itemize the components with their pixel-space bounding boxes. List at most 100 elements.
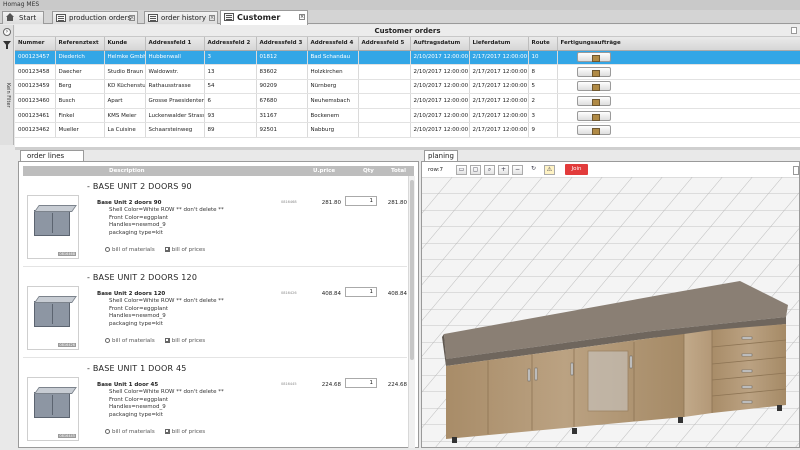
tab-order-history[interactable]: order history × — [144, 11, 218, 24]
attribute-line: Front Color=eggplant — [109, 214, 169, 221]
production-orders-button[interactable] — [576, 81, 611, 92]
table-cell: 2/10/2017 12:00:00 AM — [410, 64, 470, 80]
table-cell — [557, 79, 800, 95]
grid-icon — [164, 429, 170, 434]
link-label: bill of materials — [112, 429, 155, 435]
item-name: Base Unit 1 door 45 — [97, 382, 159, 388]
table-cell: 000123461 — [15, 108, 56, 124]
close-icon[interactable]: × — [299, 14, 305, 20]
panel-options-button[interactable] — [791, 27, 797, 34]
attribute-line: Handles=newmod_9 — [109, 404, 166, 411]
table-header-row: Nummer Referenztext Kunde Addressfeld 1 Addr… — [15, 37, 800, 51]
column-header[interactable]: Addressfeld 2 — [204, 37, 257, 51]
production-orders-button[interactable] — [576, 52, 611, 63]
tab-production-orders[interactable]: production orders × — [52, 11, 138, 24]
bill-of-prices-link[interactable]: bill of prices — [164, 247, 205, 253]
bill-of-prices-link[interactable]: bill of prices — [164, 429, 205, 435]
production-orders-button[interactable] — [576, 66, 611, 77]
filter-icon[interactable] — [3, 41, 11, 49]
image-code: 0816468 — [58, 252, 76, 256]
zoom-in-icon[interactable]: + — [498, 165, 509, 175]
window-title: Homag MES — [0, 0, 800, 10]
column-header[interactable]: Addressfeld 5 — [358, 37, 411, 51]
table-cell: KMS Meier — [104, 108, 146, 124]
order-lines-scrollbar[interactable] — [408, 176, 415, 448]
column-header[interactable]: Nummer — [15, 37, 56, 51]
table-row[interactable]: 000123460BuschApartGrosse Praesidenten S… — [15, 93, 800, 109]
column-header[interactable]: Fertigungsaufträge — [557, 37, 800, 51]
list-item[interactable]: - BASE UNIT 1 DOOR 45 0816445 Base Unit 1 … — [23, 358, 407, 448]
table-row[interactable]: 000123461 Finkel KMS Meier Luckenwalder Str… — [15, 108, 800, 124]
item-thumbnail[interactable]: 0816468 — [27, 195, 79, 259]
list-icon — [56, 14, 66, 22]
cabinet-image — [34, 301, 70, 327]
image-code: 0816445 — [58, 434, 76, 438]
column-header[interactable]: Referenztext — [55, 37, 105, 51]
column-header[interactable]: Lieferdatum — [469, 37, 529, 51]
bill-of-prices-link[interactable]: bill of prices — [164, 338, 205, 344]
header-description: Description — [109, 168, 145, 174]
item-thumbnail[interactable]: 0816445 — [27, 377, 79, 441]
table-cell: Rathausstrasse — [145, 79, 205, 95]
item-group-title[interactable]: - BASE UNIT 2 DOORS 120 — [87, 273, 197, 282]
table-cell: Bad Schandau — [307, 50, 359, 66]
grid-icon — [164, 247, 170, 252]
bill-of-materials-link[interactable]: bill of materials — [105, 247, 155, 253]
tab-start[interactable]: Start — [2, 11, 44, 24]
kitchen-3d-view[interactable] — [422, 177, 799, 448]
production-orders-button[interactable] — [576, 125, 611, 136]
table-cell: 9 — [528, 122, 558, 139]
warning-icon[interactable]: ⚠ — [544, 165, 555, 175]
expand-button[interactable]: › — [3, 28, 11, 36]
tab-label: production orders — [69, 14, 132, 22]
table-cell: Grosse Praesidenten Str. — [145, 93, 205, 109]
monitor-icon[interactable]: ▢ — [470, 165, 481, 175]
list-item[interactable]: - BASE UNIT 2 DOORS 90 0816468 Base Unit 2… — [23, 176, 407, 267]
item-thumbnail[interactable]: 0816426 — [27, 286, 79, 350]
tab-planing[interactable]: planing — [424, 150, 458, 161]
item-group-title[interactable]: - BASE UNIT 1 DOOR 45 — [87, 364, 187, 373]
production-orders-button[interactable] — [576, 96, 611, 107]
column-header[interactable]: Addressfeld 4 — [307, 37, 359, 51]
table-cell: 13 — [204, 64, 257, 80]
tab-label: order history — [161, 14, 206, 22]
row-indicator: row:7 — [428, 167, 444, 173]
customer-orders-panel: Customer orders Nummer Referenztext Kunde A… — [15, 25, 800, 147]
bill-of-materials-link[interactable]: bill of materials — [105, 338, 155, 344]
item-code: 0816468 — [281, 200, 297, 204]
table-cell: Luckenwalder Strasse — [145, 108, 205, 124]
table-cell: Waldowstr. — [145, 64, 205, 80]
zoom-out-icon[interactable]: − — [512, 165, 523, 175]
column-header[interactable]: Auftragsdatum — [410, 37, 470, 51]
order-lines-box: Description U.price Qty Total - BASE UNI… — [18, 161, 419, 448]
close-icon[interactable]: × — [209, 15, 215, 21]
item-links: bill of materials bill of prices — [105, 338, 215, 344]
tab-customer-orders[interactable]: Customer orders × — [220, 10, 308, 35]
zoom-fit-icon[interactable]: ⌕ — [484, 165, 495, 175]
item-group-title[interactable]: - BASE UNIT 2 DOORS 90 — [87, 182, 192, 191]
column-header[interactable]: Route — [528, 37, 558, 51]
column-header[interactable]: Addressfeld 3 — [256, 37, 308, 51]
column-header[interactable]: Addressfeld 1 — [145, 37, 205, 51]
table-cell: 000123457 — [15, 50, 56, 66]
tab-order-lines[interactable]: order lines — [20, 150, 84, 161]
table-row[interactable]: 000123459BergKD KüchenstudioRathausstras… — [15, 79, 800, 95]
planing-options-button[interactable] — [793, 166, 799, 175]
column-header[interactable]: Kunde — [104, 37, 146, 51]
refresh-icon[interactable]: ↻ — [528, 165, 539, 175]
scrollbar-thumb[interactable] — [410, 180, 414, 360]
close-icon[interactable]: × — [129, 15, 135, 21]
tab-label: Start — [19, 14, 37, 22]
table-row[interactable]: 000123462 Mueller La Cuisine Schaarsteinweg… — [15, 122, 800, 139]
table-row[interactable]: 000123457 Diederich Helmke GmbH Hubbenwall 3… — [15, 50, 800, 66]
floorplan-icon[interactable]: ▭ — [456, 165, 467, 175]
list-item[interactable]: - BASE UNIT 2 DOORS 120 0816426 Base Unit … — [23, 267, 407, 358]
item-price: 408.84 — [321, 291, 341, 297]
item-code: 0816445 — [281, 382, 297, 386]
bill-of-materials-link[interactable]: bill of materials — [105, 429, 155, 435]
production-orders-button[interactable] — [576, 110, 611, 121]
join-button[interactable]: Join — [565, 164, 588, 175]
link-label: bill of materials — [112, 247, 155, 253]
filter-label[interactable]: Kein Filter — [5, 83, 11, 113]
table-row[interactable]: 000123458 Daecher Studio Braun Waldowstr. 13… — [15, 64, 800, 80]
